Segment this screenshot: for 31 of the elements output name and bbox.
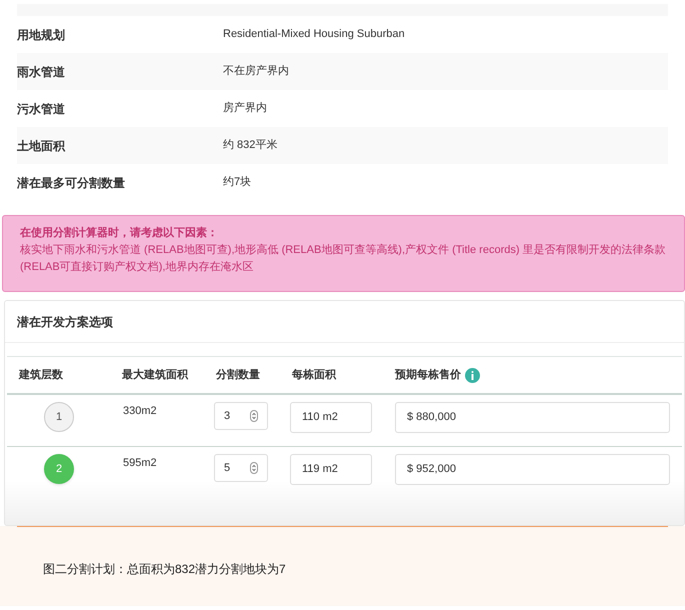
property-value: 房产界内 xyxy=(223,100,267,116)
property-value: Residential-Mixed Housing Suburban xyxy=(223,27,405,42)
stepper-icon[interactable] xyxy=(250,410,258,422)
stepper-icon[interactable] xyxy=(250,462,258,474)
column-header: 最大建筑面积 xyxy=(122,368,188,381)
unit-area-field[interactable]: 119 m2 xyxy=(290,454,372,485)
property-value: 不在房产界内 xyxy=(223,64,289,80)
alert-title: 在使用分割计算器时，请考虑以下因素： xyxy=(20,226,219,241)
property-label: 用地规划 xyxy=(17,26,66,44)
max-area: 595m2 xyxy=(123,457,157,469)
property-label: 土地面积 xyxy=(17,138,66,154)
info-icon[interactable] xyxy=(465,368,480,382)
column-header: 预期每栋售价 xyxy=(395,368,461,383)
unit-area-field[interactable]: 110 m2 xyxy=(290,402,372,433)
max-area: 330m2 xyxy=(123,405,157,417)
property-label: 雨水管道 xyxy=(17,64,66,80)
property-value: 约 832平米 xyxy=(223,138,278,154)
property-label: 污水管道 xyxy=(17,100,66,118)
floor-badge[interactable]: 1 xyxy=(44,402,74,432)
column-header: 每栋面积 xyxy=(292,368,336,381)
price-field[interactable]: $ 880,000 xyxy=(395,402,670,433)
property-label: 潜在最多可分割数量 xyxy=(17,174,126,192)
count-spinner[interactable]: 5 xyxy=(214,454,268,482)
card-title: 潜在开发方案选项 xyxy=(17,314,113,330)
price-field[interactable]: $ 952,000 xyxy=(395,454,670,485)
property-value: 约7块 xyxy=(223,175,252,190)
count-spinner[interactable]: 3 xyxy=(214,402,268,430)
column-header: 建筑层数 xyxy=(19,368,63,381)
column-header: 分割数量 xyxy=(216,368,260,381)
figure-caption: 图二分割计划：总面积为832潜力分割地块为7 xyxy=(43,562,286,576)
alert-text: 核实地下雨水和污水管道 (RELAB地图可查),地形高低 (RELAB地图可查等高线),产权文件 (Title records) 里是否有限制开发的法律条款(RELAB可直接订购产权文档),地界内存在淹水区 xyxy=(20,242,667,275)
